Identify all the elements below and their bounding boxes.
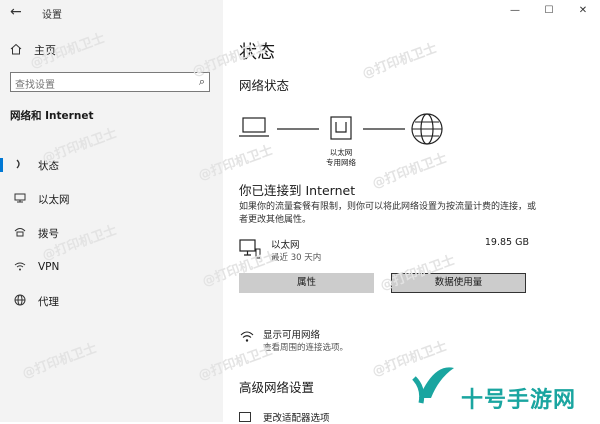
internet-globe-icon xyxy=(411,113,443,145)
titlebar-left: ← 设置 xyxy=(0,0,223,26)
sidebar-item-status[interactable]: 状态 xyxy=(0,148,223,182)
sidebar-item-label: 拨号 xyxy=(38,227,59,240)
show-networks-title: 显示可用网络 xyxy=(263,330,321,341)
maximize-icon[interactable]: ☐ xyxy=(532,0,566,22)
sidebar-item-label: VPN xyxy=(38,261,60,273)
adapter-label: 以太网 xyxy=(329,148,353,157)
ethernet-adapter-icon xyxy=(330,116,352,140)
globe-icon xyxy=(12,294,28,309)
sidebar-item-proxy[interactable]: 代理 xyxy=(0,284,223,318)
window-controls: — ☐ ✕ xyxy=(498,0,600,22)
connection-usage: 19.85 GB xyxy=(484,237,529,248)
search-input[interactable] xyxy=(11,76,185,95)
brand-logo-icon xyxy=(412,367,454,404)
close-icon[interactable]: ✕ xyxy=(566,0,600,22)
adapter-icon xyxy=(239,412,251,422)
adapter-network-type: 专用网络 xyxy=(326,158,356,167)
sidebar-item-label: 代理 xyxy=(38,295,59,308)
laptop-icon xyxy=(239,117,269,137)
connection-name: 以太网 xyxy=(271,240,300,251)
network-status-title: 网络状态 xyxy=(239,78,290,93)
sidebar-item-label: 以太网 xyxy=(38,193,70,206)
app-title: 设置 xyxy=(42,10,62,21)
show-networks-desc: 查看周围的连接选项。 xyxy=(263,343,349,353)
back-arrow-icon[interactable]: ← xyxy=(10,4,26,20)
search-box[interactable]: ⌕ xyxy=(10,72,210,95)
sidebar-item-vpn[interactable]: VPN xyxy=(0,250,223,284)
minimize-icon[interactable]: — xyxy=(498,0,532,22)
dialup-icon xyxy=(12,226,28,241)
brand-watermark-text: 十号手游网 xyxy=(461,388,577,413)
ethernet-icon xyxy=(12,192,28,207)
sidebar-item-ethernet[interactable]: 以太网 xyxy=(0,182,223,216)
advanced-settings-title: 高级网络设置 xyxy=(239,380,315,395)
properties-button[interactable]: 属性 xyxy=(239,273,374,293)
connected-title: 你已连接到 Internet xyxy=(239,183,356,198)
home-icon xyxy=(10,43,22,58)
show-networks-link[interactable]: 显示可用网络 查看周围的连接选项。 xyxy=(239,324,499,354)
connection-description: 如果你的流量套餐有限制，则你可以将此网络设置为按流量计费的连接，或者更改其他属性… xyxy=(239,202,537,225)
section-title: 网络和 Internet xyxy=(10,110,94,122)
status-icon xyxy=(12,158,28,173)
connection-row[interactable]: 以太网 最近 30 天内 19.85 GB xyxy=(239,236,529,268)
vpn-icon xyxy=(12,260,28,275)
